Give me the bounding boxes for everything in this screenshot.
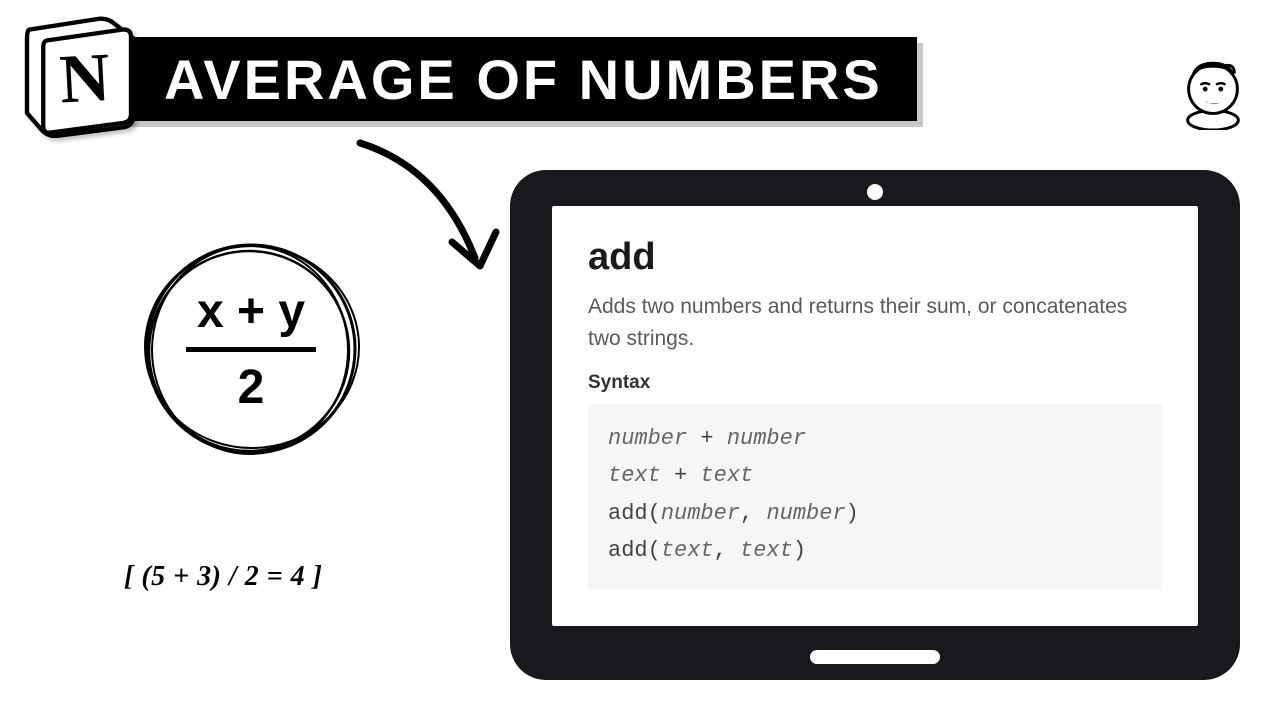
logo-letter: N [58,38,112,118]
example-text: [ (5 + 3) / 2 = 4 ] [124,561,323,593]
formula-circle: x + y 2 [138,236,364,462]
header: N AVERAGE OF NUMBERS [14,8,917,138]
tablet-home-button[interactable] [810,650,940,664]
tablet-camera-icon [867,184,883,200]
code-line-1: number + number [608,420,1142,457]
page-title: AVERAGE OF NUMBERS [104,37,917,121]
notion-logo-icon: N [14,8,144,138]
syntax-label: Syntax [588,372,1162,394]
sketchy-circle-icon [138,236,364,462]
code-line-2: text + text [608,457,1142,494]
code-line-4: add(text, text) [608,532,1142,569]
tablet-frame: add Adds two numbers and returns their s… [510,170,1240,680]
syntax-code-block: number + number text + text add(number, … [588,404,1162,590]
doc-heading: add [588,236,1162,279]
code-line-3: add(number, number) [608,495,1142,532]
avatar-icon [1174,52,1252,130]
doc-description: Adds two numbers and returns their sum, … [588,291,1162,354]
tablet-screen: add Adds two numbers and returns their s… [552,206,1198,626]
